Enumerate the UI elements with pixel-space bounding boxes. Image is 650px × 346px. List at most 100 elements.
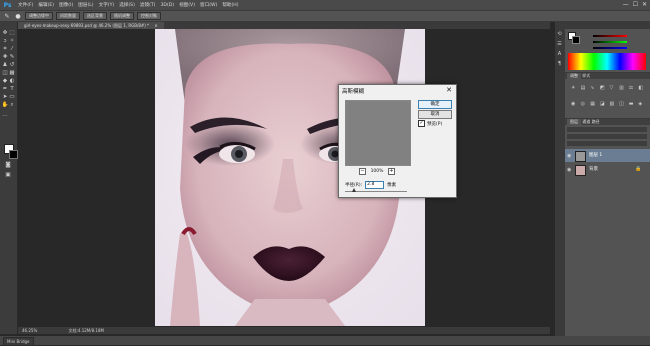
menu-help[interactable]: 帮助(H) [222,2,238,8]
radius-input[interactable]: 2.8 [365,181,385,189]
history-brush-tool-icon[interactable]: ↺ [8,62,16,69]
menu-select[interactable]: 选择(S) [119,2,135,8]
photoshop-logo-icon: Ps [3,1,12,9]
layers-tab[interactable]: 图层 [567,119,581,125]
adjust-tab[interactable]: 调整 [567,73,581,79]
visibility-eye-icon[interactable]: ◉ [567,167,571,173]
layer-row-layer1[interactable]: ◉ 图层 1 [565,149,650,162]
options-bar: ✎ ● 调整边缘中 间距数量 选区背景 随机调整 控制对象 [0,11,650,22]
close-tab-icon[interactable]: ✕ [154,23,157,28]
invert-icon[interactable]: ◪ [600,101,608,115]
panel-dock: ⟲ ☰ A ¶ 调整 样式 ☀ ▤ ∿ ◩ ▽ ▥ ⚖ ◧ ◉ ◎ ▦ ◪ ▧ … [555,22,650,336]
layer1-name[interactable]: 图层 1 [589,152,602,158]
zoom-in-button[interactable]: + [388,168,395,175]
lookup-icon[interactable]: ▦ [590,101,598,115]
menu-window[interactable]: 窗口(W) [200,2,217,8]
zoom-level[interactable]: 46.25% [22,328,37,333]
document-tab[interactable]: girl-eyes-makeup-sexy-69893.psd @ 46.2% … [18,22,164,29]
posterize-icon[interactable]: ▧ [610,101,618,115]
menu-filter[interactable]: 滤镜(T) [140,2,156,8]
styles-tab[interactable]: 样式 [582,73,590,78]
photo-filter-icon[interactable]: ◉ [571,101,579,115]
collapsed-panel-strip: ⟲ ☰ A ¶ [555,29,564,189]
maximize-icon[interactable]: ☐ [633,1,638,8]
options-button-4[interactable]: 随机调整 [110,12,134,20]
menu-type[interactable]: 文字(Y) [99,2,115,8]
selective-color-icon[interactable]: ◈ [638,101,646,115]
levels-icon[interactable]: ▤ [581,85,589,99]
dodge-tool-icon[interactable]: ◐ [8,78,16,85]
color-bg-swatch[interactable] [572,36,580,44]
red-slider[interactable] [593,35,627,37]
background-color-swatch[interactable] [9,150,18,159]
hue-icon[interactable]: ▥ [619,85,627,99]
menu-image[interactable]: 图像(I) [59,2,73,8]
brush-preset-icon[interactable]: ✎ [3,13,11,20]
visibility-eye-icon[interactable]: ◉ [567,153,571,159]
green-slider[interactable] [593,41,627,43]
bw-icon[interactable]: ◧ [638,85,646,99]
preview-checkbox-row[interactable]: ✓ 预览(P) [418,120,442,127]
character-icon[interactable]: A [556,51,563,58]
paths-tab[interactable]: 路径 [592,119,600,124]
color-panel [565,29,650,72]
menu-view[interactable]: 视图(V) [179,2,195,8]
properties-icon[interactable]: ☰ [556,41,563,48]
zoom-out-button[interactable]: − [359,168,366,175]
eyedropper-tool-icon[interactable]: ⁄ [8,46,16,53]
edit-toolbar-icon[interactable]: … [1,112,9,119]
menu-layer[interactable]: 图层(L) [78,2,93,8]
preview-label: 预览(P) [427,121,443,127]
quick-mask-icon[interactable]: ◙ [4,162,12,169]
channel-mixer-icon[interactable]: ◎ [581,101,589,115]
layer-filter-bar[interactable] [567,127,647,132]
options-button-2[interactable]: 间距数量 [56,12,80,20]
zoom-tool-icon[interactable]: ⌕ [8,102,16,109]
paragraph-icon[interactable]: ¶ [556,61,563,68]
layers-panel-header: 图层 通道 路径 [565,119,650,125]
color-balance-icon[interactable]: ⚖ [629,85,637,99]
threshold-icon[interactable]: ◫ [619,101,627,115]
layer1-thumbnail [575,151,586,162]
close-window-icon[interactable]: ✕ [642,1,647,8]
curves-icon[interactable]: ∿ [590,85,598,99]
document-tab-title: girl-eyes-makeup-sexy-69893.psd @ 46.2% … [24,23,150,28]
gradient-map-icon[interactable]: ▬ [629,101,637,115]
gradient-tool-icon[interactable]: ▦ [8,70,16,77]
radius-unit: 像素 [387,183,397,188]
menu-3d[interactable]: 3D(D) [160,3,174,8]
history-icon[interactable]: ⟲ [556,31,563,38]
minimize-icon[interactable]: — [623,1,629,8]
adjustments-panel-header: 调整 样式 [565,73,650,79]
background-name[interactable]: 背景 [589,166,598,172]
vibrance-icon[interactable]: ▽ [610,85,618,99]
radius-slider-thumb[interactable] [352,188,357,192]
background-thumbnail [575,165,586,176]
layer-row-background[interactable]: ◉ 背景 🔒 [565,163,650,176]
shape-tool-icon[interactable]: ▭ [8,94,16,101]
brush-size-icon[interactable]: ● [14,13,22,20]
marquee-tool-icon[interactable]: ⬚ [8,30,16,37]
bottom-panel-bar: Mini Bridge [0,336,650,346]
quick-select-tool-icon[interactable]: ✧ [8,38,16,45]
lock-bar[interactable] [567,141,647,146]
brightness-icon[interactable]: ☀ [571,85,579,99]
color-spectrum[interactable] [568,53,646,70]
options-button-1[interactable]: 调整边缘中 [25,12,53,20]
blend-mode-bar[interactable] [567,134,647,139]
blur-preview-area[interactable] [345,100,411,166]
options-button-5[interactable]: 控制对象 [137,12,161,20]
options-button-3[interactable]: 选区背景 [83,12,107,20]
ok-button[interactable]: 确定 [418,100,452,109]
dialog-close-icon[interactable]: ✕ [446,86,452,94]
exposure-icon[interactable]: ◩ [600,85,608,99]
brush-tool-icon[interactable]: ✎ [8,54,16,61]
channels-tab[interactable]: 通道 [582,119,590,124]
blue-slider[interactable] [593,47,627,49]
menu-file[interactable]: 文件(F) [18,2,33,8]
screen-mode-icon[interactable]: ▣ [4,172,12,179]
preview-checkbox[interactable]: ✓ [418,120,425,127]
cancel-button[interactable]: 取消 [418,110,452,119]
menu-edit[interactable]: 编辑(E) [38,2,54,8]
type-tool-icon[interactable]: T [8,86,16,93]
